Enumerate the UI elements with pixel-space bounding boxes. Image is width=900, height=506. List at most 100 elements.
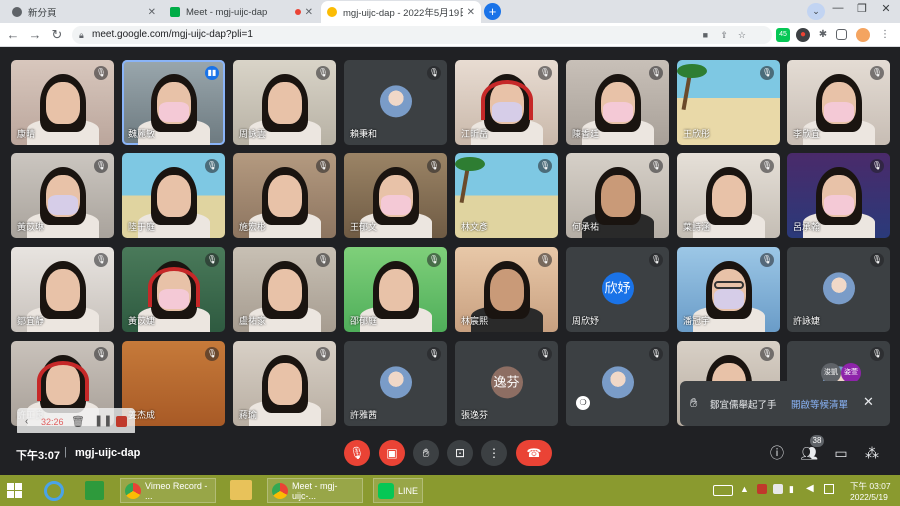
participant-tile[interactable]: 🎙︎ 邵郁庭 <box>344 247 447 332</box>
participant-tile[interactable]: 🎙︎ 林宸熙 <box>455 247 558 332</box>
close-icon[interactable]: ✕ <box>305 7 313 18</box>
show-hidden-icons-icon[interactable]: ▲ <box>740 484 749 494</box>
present-screen-icon: ⊡ <box>454 446 466 460</box>
camera-icon[interactable]: ■ <box>703 26 708 44</box>
avatar-initials: 逸芬 <box>490 365 523 398</box>
browser-tab-active[interactable]: mgj-uijc-dap - 2022年5月19日 ✕ <box>321 1 481 23</box>
participant-tile[interactable]: 逸芬 🎙︎ 張逸芬 <box>455 341 558 426</box>
lock-icon: 🔒︎ <box>79 30 84 40</box>
participant-tile[interactable]: 🎙︎ 林文彥 <box>455 153 558 238</box>
close-icon[interactable]: ✕ <box>863 394 874 410</box>
present-button[interactable]: ⊡ <box>447 440 473 466</box>
share-icon[interactable]: ⇪ <box>720 26 728 44</box>
extensions-puzzle-icon[interactable]: ✱ <box>816 28 830 42</box>
restore-button[interactable]: ❐ <box>850 2 874 15</box>
participant-tile[interactable]: ▮▮ 魏麗敏 <box>122 60 225 145</box>
windows-start-icon[interactable] <box>7 483 23 498</box>
recording-timer: 32:26 <box>41 417 64 427</box>
participant-tile[interactable]: 🎙︎ 陳香廷 <box>566 60 669 145</box>
network-icon[interactable]: ▮ <box>789 484 794 495</box>
participant-tile[interactable]: 🎙︎ 江昕岳 <box>455 60 558 145</box>
participant-tile[interactable]: 🎙︎ 黃苡琳 <box>11 153 114 238</box>
side-panel-icon[interactable] <box>836 29 847 40</box>
volume-icon[interactable]: ◀ <box>806 483 814 494</box>
record-extension-icon[interactable]: ● <box>796 28 810 42</box>
mic-muted-icon: 🎙︎ <box>760 159 774 173</box>
mic-off-button[interactable]: 🎙︎ <box>344 440 370 466</box>
participant-tile[interactable]: 🎙︎ 何承祐 <box>566 153 669 238</box>
trash-icon[interactable]: 🗑︎ <box>71 415 85 428</box>
recording-dot-icon <box>294 9 301 15</box>
participant-name: 呂承翰 <box>793 222 821 232</box>
camera-off-button[interactable]: ▣ <box>379 440 405 466</box>
forward-arrow-icon[interactable]: → <box>26 27 44 42</box>
file-explorer-icon[interactable] <box>230 480 252 500</box>
pause-icon[interactable]: ❚❚ <box>94 414 112 427</box>
participant-name: 許雅茜 <box>350 410 378 420</box>
internet-explorer-icon[interactable] <box>44 481 64 501</box>
meeting-details-icon[interactable]: ⓘ <box>767 443 787 463</box>
page-icon <box>327 7 337 17</box>
open-queue-link[interactable]: 開啟等候清單 <box>791 397 848 411</box>
chrome-menu-icon[interactable]: ⋮ <box>878 28 892 42</box>
participant-tile[interactable]: ❍ 🎙︎ <box>566 341 669 426</box>
line-extension-icon[interactable]: 45 <box>776 28 790 42</box>
participant-tile[interactable]: 🎙︎ 許雅茜 <box>344 341 447 426</box>
store-icon[interactable] <box>85 481 104 500</box>
back-arrow-icon[interactable]: ← <box>4 27 22 42</box>
taskbar-app-line[interactable]: LINE <box>373 478 423 503</box>
browser-tab-new[interactable]: 新分頁 ✕ <box>6 1 162 23</box>
participant-name: 何承祐 <box>572 222 600 232</box>
participant-tile[interactable]: 🎙︎ 王欣彤 <box>677 60 780 145</box>
participant-tile[interactable]: 🎙︎ 潘冠宇 <box>677 247 780 332</box>
participant-tile[interactable]: 🎙︎ 葉詩涵 <box>677 153 780 238</box>
participant-tile[interactable]: 🎙︎ 呂承翰 <box>787 153 890 238</box>
tray-app-icon[interactable] <box>757 484 767 494</box>
leave-call-button[interactable]: ☎︎ <box>516 440 552 466</box>
participant-tile[interactable]: 🎙︎ 蔣瑜 <box>233 341 336 426</box>
raise-hand-button[interactable]: ✋︎ <box>413 440 439 466</box>
participant-name: 康晴 <box>17 129 36 139</box>
participant-tile[interactable]: 🎙︎ 施宏彬 <box>233 153 336 238</box>
mic-muted-icon: 🎙︎ <box>205 159 219 173</box>
participant-tile[interactable]: 欣妤 🎙︎ 周欣妤 <box>566 247 669 332</box>
browser-tab-meet[interactable]: Meet - mgj-uijc-dap ✕ <box>164 1 319 23</box>
participant-tile[interactable]: 🎙︎ 李欣宜 <box>787 60 890 145</box>
taskbar-app-meet[interactable]: Meet - mgj-uijc-... <box>267 478 363 503</box>
participant-tile[interactable]: 🎙︎ 賴秉和 <box>344 60 447 145</box>
mic-muted-icon: 🎙︎ <box>94 159 108 173</box>
close-icon[interactable]: ✕ <box>148 7 156 18</box>
browser-toolbar: ← → ↻ 🔒︎ meet.google.com/mgj-uijc-dap?pl… <box>0 23 900 47</box>
clock-time[interactable]: 下午 03:07 <box>850 480 891 492</box>
avatar <box>379 84 412 117</box>
address-bar[interactable]: 🔒︎ meet.google.com/mgj-uijc-dap?pli=1 ■ … <box>72 26 772 44</box>
taskbar-app-vimeo[interactable]: Vimeo Record - ... <box>120 478 216 503</box>
clock-date[interactable]: 2022/5/19 <box>850 492 888 502</box>
participant-tile[interactable]: 🎙︎ 姜杰成 <box>122 341 225 426</box>
keyboard-icon[interactable] <box>713 485 733 496</box>
minimize-button[interactable]: — <box>826 2 850 14</box>
bookmark-star-icon[interactable]: ☆ <box>738 26 746 44</box>
chrome-icon <box>12 7 22 17</box>
chat-icon[interactable]: ▭ <box>831 443 851 463</box>
action-center-icon[interactable] <box>824 484 834 494</box>
participant-tile[interactable]: 🎙︎ 周詠雲 <box>233 60 336 145</box>
participant-tile[interactable]: 🎙︎ 陸于庭 <box>122 153 225 238</box>
close-icon[interactable]: ✕ <box>467 7 475 18</box>
activities-icon[interactable]: ⁂ <box>862 443 882 463</box>
collapse-arrow-icon[interactable]: ‹ <box>25 416 28 427</box>
reload-icon[interactable]: ↻ <box>48 27 66 43</box>
new-tab-button[interactable]: + <box>484 3 501 20</box>
participant-tile[interactable]: 🎙︎ 黃苡婕 <box>122 247 225 332</box>
participant-tile[interactable]: 🎙︎ 鄒宜靜 <box>11 247 114 332</box>
tab-search-icon[interactable]: ⌄ <box>807 3 825 20</box>
profile-avatar[interactable] <box>856 28 870 42</box>
tray-flag-icon[interactable] <box>773 484 783 494</box>
participant-tile[interactable]: 🎙︎ 許詠婕 <box>787 247 890 332</box>
participant-tile[interactable]: 🎙︎ 王郁文 <box>344 153 447 238</box>
stop-icon[interactable] <box>116 416 127 427</box>
close-window-button[interactable]: ✕ <box>874 2 898 15</box>
participant-tile[interactable]: 🎙︎ 盧祐家 <box>233 247 336 332</box>
more-options-button[interactable]: ⋮ <box>481 440 507 466</box>
participant-tile[interactable]: 🎙︎ 康晴 <box>11 60 114 145</box>
